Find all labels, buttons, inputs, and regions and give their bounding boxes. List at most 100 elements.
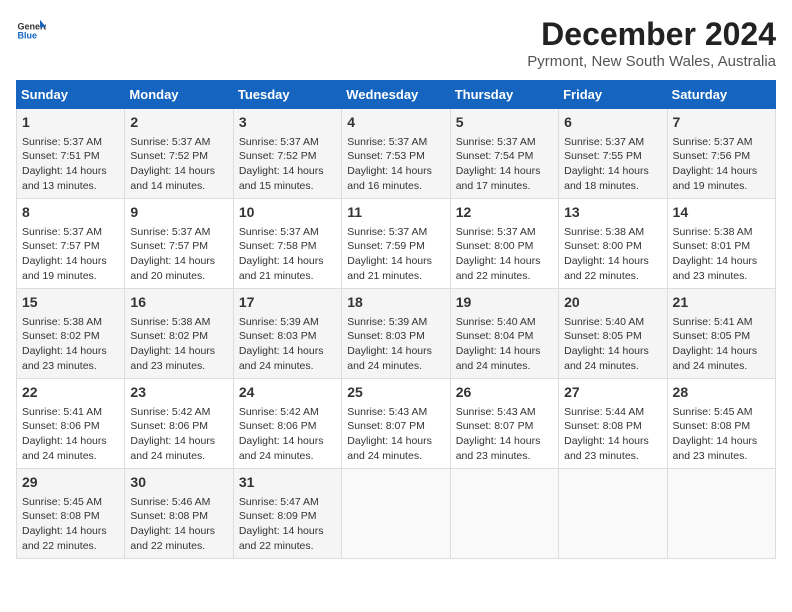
svg-text:Blue: Blue	[18, 31, 38, 41]
table-row: 17Sunrise: 5:39 AMSunset: 8:03 PMDayligh…	[233, 289, 341, 379]
day-info: Sunrise: 5:42 AMSunset: 8:06 PMDaylight:…	[130, 405, 227, 464]
day-info: Sunrise: 5:42 AMSunset: 8:06 PMDaylight:…	[239, 405, 336, 464]
day-number: 23	[130, 383, 227, 403]
page-title: December 2024	[527, 16, 776, 53]
day-info: Sunrise: 5:38 AMSunset: 8:02 PMDaylight:…	[130, 315, 227, 374]
day-info: Sunrise: 5:37 AMSunset: 7:59 PMDaylight:…	[347, 225, 444, 284]
day-info: Sunrise: 5:44 AMSunset: 8:08 PMDaylight:…	[564, 405, 661, 464]
day-number: 20	[564, 293, 661, 313]
table-row: 2Sunrise: 5:37 AMSunset: 7:52 PMDaylight…	[125, 109, 233, 199]
logo-icon: General Blue	[16, 16, 46, 46]
table-row	[342, 469, 450, 559]
calendar-week-row: 22Sunrise: 5:41 AMSunset: 8:06 PMDayligh…	[17, 379, 776, 469]
table-row: 21Sunrise: 5:41 AMSunset: 8:05 PMDayligh…	[667, 289, 775, 379]
calendar-week-row: 1Sunrise: 5:37 AMSunset: 7:51 PMDaylight…	[17, 109, 776, 199]
col-sunday: Sunday	[17, 81, 125, 109]
day-info: Sunrise: 5:37 AMSunset: 7:56 PMDaylight:…	[673, 135, 770, 194]
day-number: 7	[673, 113, 770, 133]
day-number: 30	[130, 473, 227, 493]
table-row: 4Sunrise: 5:37 AMSunset: 7:53 PMDaylight…	[342, 109, 450, 199]
day-info: Sunrise: 5:46 AMSunset: 8:08 PMDaylight:…	[130, 495, 227, 554]
table-row: 25Sunrise: 5:43 AMSunset: 8:07 PMDayligh…	[342, 379, 450, 469]
table-row: 10Sunrise: 5:37 AMSunset: 7:58 PMDayligh…	[233, 199, 341, 289]
day-info: Sunrise: 5:40 AMSunset: 8:04 PMDaylight:…	[456, 315, 553, 374]
table-row: 29Sunrise: 5:45 AMSunset: 8:08 PMDayligh…	[17, 469, 125, 559]
day-info: Sunrise: 5:37 AMSunset: 7:57 PMDaylight:…	[130, 225, 227, 284]
page-header: General Blue December 2024 Pyrmont, New …	[16, 16, 776, 70]
table-row: 31Sunrise: 5:47 AMSunset: 8:09 PMDayligh…	[233, 469, 341, 559]
day-number: 15	[22, 293, 119, 313]
day-number: 16	[130, 293, 227, 313]
col-thursday: Thursday	[450, 81, 558, 109]
table-row: 7Sunrise: 5:37 AMSunset: 7:56 PMDaylight…	[667, 109, 775, 199]
day-info: Sunrise: 5:40 AMSunset: 8:05 PMDaylight:…	[564, 315, 661, 374]
day-info: Sunrise: 5:37 AMSunset: 7:58 PMDaylight:…	[239, 225, 336, 284]
day-number: 6	[564, 113, 661, 133]
day-info: Sunrise: 5:38 AMSunset: 8:00 PMDaylight:…	[564, 225, 661, 284]
day-number: 4	[347, 113, 444, 133]
day-info: Sunrise: 5:39 AMSunset: 8:03 PMDaylight:…	[239, 315, 336, 374]
day-info: Sunrise: 5:37 AMSunset: 7:54 PMDaylight:…	[456, 135, 553, 194]
table-row: 9Sunrise: 5:37 AMSunset: 7:57 PMDaylight…	[125, 199, 233, 289]
table-row: 26Sunrise: 5:43 AMSunset: 8:07 PMDayligh…	[450, 379, 558, 469]
col-friday: Friday	[559, 81, 667, 109]
table-row: 22Sunrise: 5:41 AMSunset: 8:06 PMDayligh…	[17, 379, 125, 469]
day-number: 29	[22, 473, 119, 493]
day-number: 22	[22, 383, 119, 403]
day-info: Sunrise: 5:38 AMSunset: 8:01 PMDaylight:…	[673, 225, 770, 284]
day-info: Sunrise: 5:41 AMSunset: 8:05 PMDaylight:…	[673, 315, 770, 374]
table-row: 5Sunrise: 5:37 AMSunset: 7:54 PMDaylight…	[450, 109, 558, 199]
day-info: Sunrise: 5:43 AMSunset: 8:07 PMDaylight:…	[456, 405, 553, 464]
table-row: 23Sunrise: 5:42 AMSunset: 8:06 PMDayligh…	[125, 379, 233, 469]
day-number: 21	[673, 293, 770, 313]
day-info: Sunrise: 5:37 AMSunset: 7:52 PMDaylight:…	[130, 135, 227, 194]
day-number: 10	[239, 203, 336, 223]
logo: General Blue	[16, 16, 46, 46]
day-number: 3	[239, 113, 336, 133]
calendar-table: Sunday Monday Tuesday Wednesday Thursday…	[16, 80, 776, 559]
day-number: 9	[130, 203, 227, 223]
day-number: 14	[673, 203, 770, 223]
title-section: December 2024 Pyrmont, New South Wales, …	[527, 16, 776, 70]
day-info: Sunrise: 5:37 AMSunset: 7:53 PMDaylight:…	[347, 135, 444, 194]
col-saturday: Saturday	[667, 81, 775, 109]
table-row: 18Sunrise: 5:39 AMSunset: 8:03 PMDayligh…	[342, 289, 450, 379]
table-row: 16Sunrise: 5:38 AMSunset: 8:02 PMDayligh…	[125, 289, 233, 379]
day-info: Sunrise: 5:43 AMSunset: 8:07 PMDaylight:…	[347, 405, 444, 464]
day-number: 19	[456, 293, 553, 313]
table-row	[450, 469, 558, 559]
day-number: 5	[456, 113, 553, 133]
table-row: 19Sunrise: 5:40 AMSunset: 8:04 PMDayligh…	[450, 289, 558, 379]
day-info: Sunrise: 5:38 AMSunset: 8:02 PMDaylight:…	[22, 315, 119, 374]
day-info: Sunrise: 5:45 AMSunset: 8:08 PMDaylight:…	[673, 405, 770, 464]
col-monday: Monday	[125, 81, 233, 109]
table-row: 8Sunrise: 5:37 AMSunset: 7:57 PMDaylight…	[17, 199, 125, 289]
table-row: 20Sunrise: 5:40 AMSunset: 8:05 PMDayligh…	[559, 289, 667, 379]
day-number: 27	[564, 383, 661, 403]
table-row: 11Sunrise: 5:37 AMSunset: 7:59 PMDayligh…	[342, 199, 450, 289]
day-number: 25	[347, 383, 444, 403]
day-number: 26	[456, 383, 553, 403]
calendar-header-row: Sunday Monday Tuesday Wednesday Thursday…	[17, 81, 776, 109]
table-row: 15Sunrise: 5:38 AMSunset: 8:02 PMDayligh…	[17, 289, 125, 379]
day-number: 28	[673, 383, 770, 403]
table-row: 30Sunrise: 5:46 AMSunset: 8:08 PMDayligh…	[125, 469, 233, 559]
day-number: 8	[22, 203, 119, 223]
day-info: Sunrise: 5:37 AMSunset: 7:55 PMDaylight:…	[564, 135, 661, 194]
day-info: Sunrise: 5:45 AMSunset: 8:08 PMDaylight:…	[22, 495, 119, 554]
day-info: Sunrise: 5:37 AMSunset: 7:52 PMDaylight:…	[239, 135, 336, 194]
calendar-week-row: 15Sunrise: 5:38 AMSunset: 8:02 PMDayligh…	[17, 289, 776, 379]
table-row	[559, 469, 667, 559]
table-row: 3Sunrise: 5:37 AMSunset: 7:52 PMDaylight…	[233, 109, 341, 199]
table-row: 13Sunrise: 5:38 AMSunset: 8:00 PMDayligh…	[559, 199, 667, 289]
day-number: 31	[239, 473, 336, 493]
table-row: 12Sunrise: 5:37 AMSunset: 8:00 PMDayligh…	[450, 199, 558, 289]
day-number: 18	[347, 293, 444, 313]
day-info: Sunrise: 5:41 AMSunset: 8:06 PMDaylight:…	[22, 405, 119, 464]
calendar-week-row: 29Sunrise: 5:45 AMSunset: 8:08 PMDayligh…	[17, 469, 776, 559]
day-info: Sunrise: 5:37 AMSunset: 7:51 PMDaylight:…	[22, 135, 119, 194]
day-number: 11	[347, 203, 444, 223]
day-info: Sunrise: 5:37 AMSunset: 8:00 PMDaylight:…	[456, 225, 553, 284]
page-subtitle: Pyrmont, New South Wales, Australia	[527, 53, 776, 70]
day-number: 13	[564, 203, 661, 223]
